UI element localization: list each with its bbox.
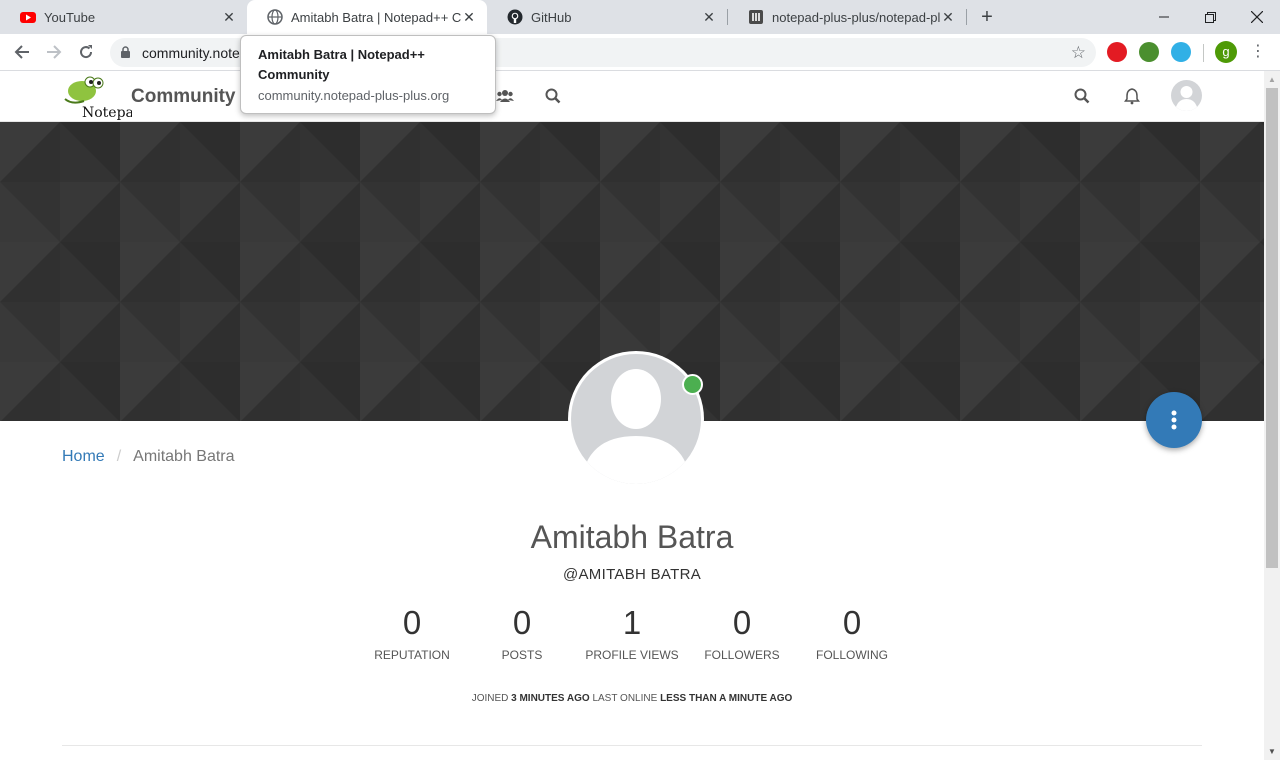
minimize-icon	[1159, 16, 1169, 18]
stat-followers[interactable]: 0 FOLLOWERS	[687, 603, 797, 662]
profile-actions-button[interactable]	[1146, 392, 1202, 448]
stat-label: FOLLOWERS	[704, 648, 780, 662]
bookmark-star-icon[interactable]: ☆	[1071, 43, 1086, 63]
scroll-up-arrow-icon[interactable]: ▲	[1268, 75, 1276, 84]
address-text[interactable]: community.note	[142, 45, 240, 61]
last-online-label: LAST ONLINE	[592, 693, 658, 704]
stat-value: 1	[622, 604, 642, 641]
profile-handle: @AMITABH BATRA	[562, 566, 702, 583]
tooltip-title: Amitabh Batra | Notepad++ Community	[258, 47, 425, 82]
search-icon[interactable]	[1073, 87, 1091, 105]
tab-youtube[interactable]: YouTube ✕	[0, 0, 247, 34]
globe-icon	[267, 9, 283, 25]
last-online-value: LESS THAN A MINUTE AGO	[660, 693, 793, 704]
stat-value: 0	[732, 604, 752, 641]
profile-fullname: Amitabh Batra	[530, 519, 734, 555]
repo-icon	[749, 10, 763, 24]
profile-activity-info: JOINED 3 MINUTES AGO LAST ONLINE LESS TH…	[0, 693, 1264, 704]
bell-icon[interactable]	[1123, 87, 1141, 105]
user-silhouette-icon	[581, 369, 691, 484]
breadcrumb: Home / Amitabh Batra	[62, 448, 235, 466]
tooltip-url: community.notepad-plus-plus.org	[258, 88, 450, 103]
new-tab-button[interactable]: +	[976, 6, 998, 28]
close-icon[interactable]: ✕	[221, 9, 237, 25]
search-icon[interactable]	[544, 87, 562, 105]
user-silhouette-icon	[1175, 86, 1198, 111]
stat-label: POSTS	[501, 648, 543, 662]
youtube-icon	[20, 12, 36, 23]
user-avatar[interactable]	[1171, 80, 1202, 111]
arrow-right-icon	[47, 45, 62, 59]
logo-text: Notepad++	[82, 105, 132, 121]
tab-repo[interactable]: notepad-plus-plus/notepad-plus-plus ✕	[728, 0, 966, 34]
arrow-left-icon	[14, 45, 29, 59]
close-icon	[1251, 11, 1263, 23]
breadcrumb-current: Amitabh Batra	[133, 448, 235, 465]
browser-toolbar: community.note ☆ g ⋮	[0, 34, 1280, 71]
close-icon[interactable]: ✕	[940, 9, 956, 25]
restore-icon	[1204, 11, 1216, 23]
tab-title: GitHub	[531, 9, 572, 25]
browser-menu-icon[interactable]: ⋮	[1250, 42, 1266, 62]
close-icon[interactable]: ✕	[461, 9, 477, 25]
stat-label: FOLLOWING	[815, 648, 888, 662]
minimize-button[interactable]	[1141, 0, 1187, 34]
vertical-ellipsis-icon	[1171, 410, 1177, 430]
stat-value: 0	[842, 604, 862, 641]
tab-strip: YouTube ✕ Amitabh Batra | Notepad++ Comm…	[0, 0, 1280, 34]
stat-profile-views: 1 PROFILE VIEWS	[577, 603, 687, 662]
breadcrumb-separator: /	[116, 448, 122, 465]
tab-github[interactable]: GitHub ✕	[487, 0, 727, 34]
users-icon[interactable]	[496, 87, 514, 105]
joined-label: JOINED	[471, 693, 509, 704]
page-scrollbar[interactable]: ▲ ▼	[1264, 71, 1280, 760]
adblock-extension-icon[interactable]	[1107, 42, 1127, 62]
toolbar-separator	[1203, 44, 1204, 62]
tab-title: notepad-plus-plus/notepad-plus-plus	[772, 9, 940, 25]
reload-button[interactable]	[74, 40, 98, 64]
site-header: Notepad++ Community	[0, 71, 1264, 122]
notepad-plus-plus-logo[interactable]: Notepad++	[60, 73, 132, 121]
stat-reputation: 0 REPUTATION	[357, 603, 467, 662]
github-icon	[507, 9, 523, 25]
tab-title: YouTube	[44, 9, 96, 25]
tab-separator	[966, 9, 967, 25]
site-brand[interactable]: Community	[131, 86, 236, 108]
stat-posts[interactable]: 0 POSTS	[467, 603, 577, 662]
online-status-indicator	[682, 374, 703, 395]
tab-hover-tooltip: Amitabh Batra | Notepad++ Community comm…	[240, 35, 496, 114]
forward-button[interactable]	[42, 40, 66, 64]
restore-button[interactable]	[1187, 0, 1233, 34]
stat-value: 0	[512, 604, 532, 641]
stat-label: REPUTATION	[374, 648, 450, 662]
joined-value: 3 MINUTES AGO	[511, 693, 590, 704]
breadcrumb-home-link[interactable]: Home	[62, 448, 105, 466]
scroll-down-arrow-icon[interactable]: ▼	[1268, 747, 1276, 756]
stat-value: 0	[402, 604, 422, 641]
tab-notepad-community[interactable]: Amitabh Batra | Notepad++ Community ✕	[247, 0, 487, 34]
profile-avatar	[568, 351, 704, 487]
lock-icon	[121, 46, 130, 58]
content-divider	[62, 745, 1202, 746]
stat-label: PROFILE VIEWS	[585, 648, 679, 662]
close-window-button[interactable]	[1234, 0, 1280, 34]
globe-extension-icon[interactable]	[1139, 42, 1159, 62]
close-icon[interactable]: ✕	[701, 9, 717, 25]
reload-icon	[80, 45, 93, 59]
back-button[interactable]	[10, 40, 34, 64]
scrollbar-thumb[interactable]	[1266, 88, 1278, 568]
profile-stats: 0 REPUTATION 0 POSTS 1 PROFILE VIEWS 0 F…	[357, 603, 907, 662]
tab-title: Amitabh Batra | Notepad++ Community	[291, 9, 461, 25]
stat-following[interactable]: 0 FOLLOWING	[797, 603, 907, 662]
bird-extension-icon[interactable]	[1171, 42, 1191, 62]
profile-avatar-button[interactable]: g	[1215, 41, 1237, 63]
